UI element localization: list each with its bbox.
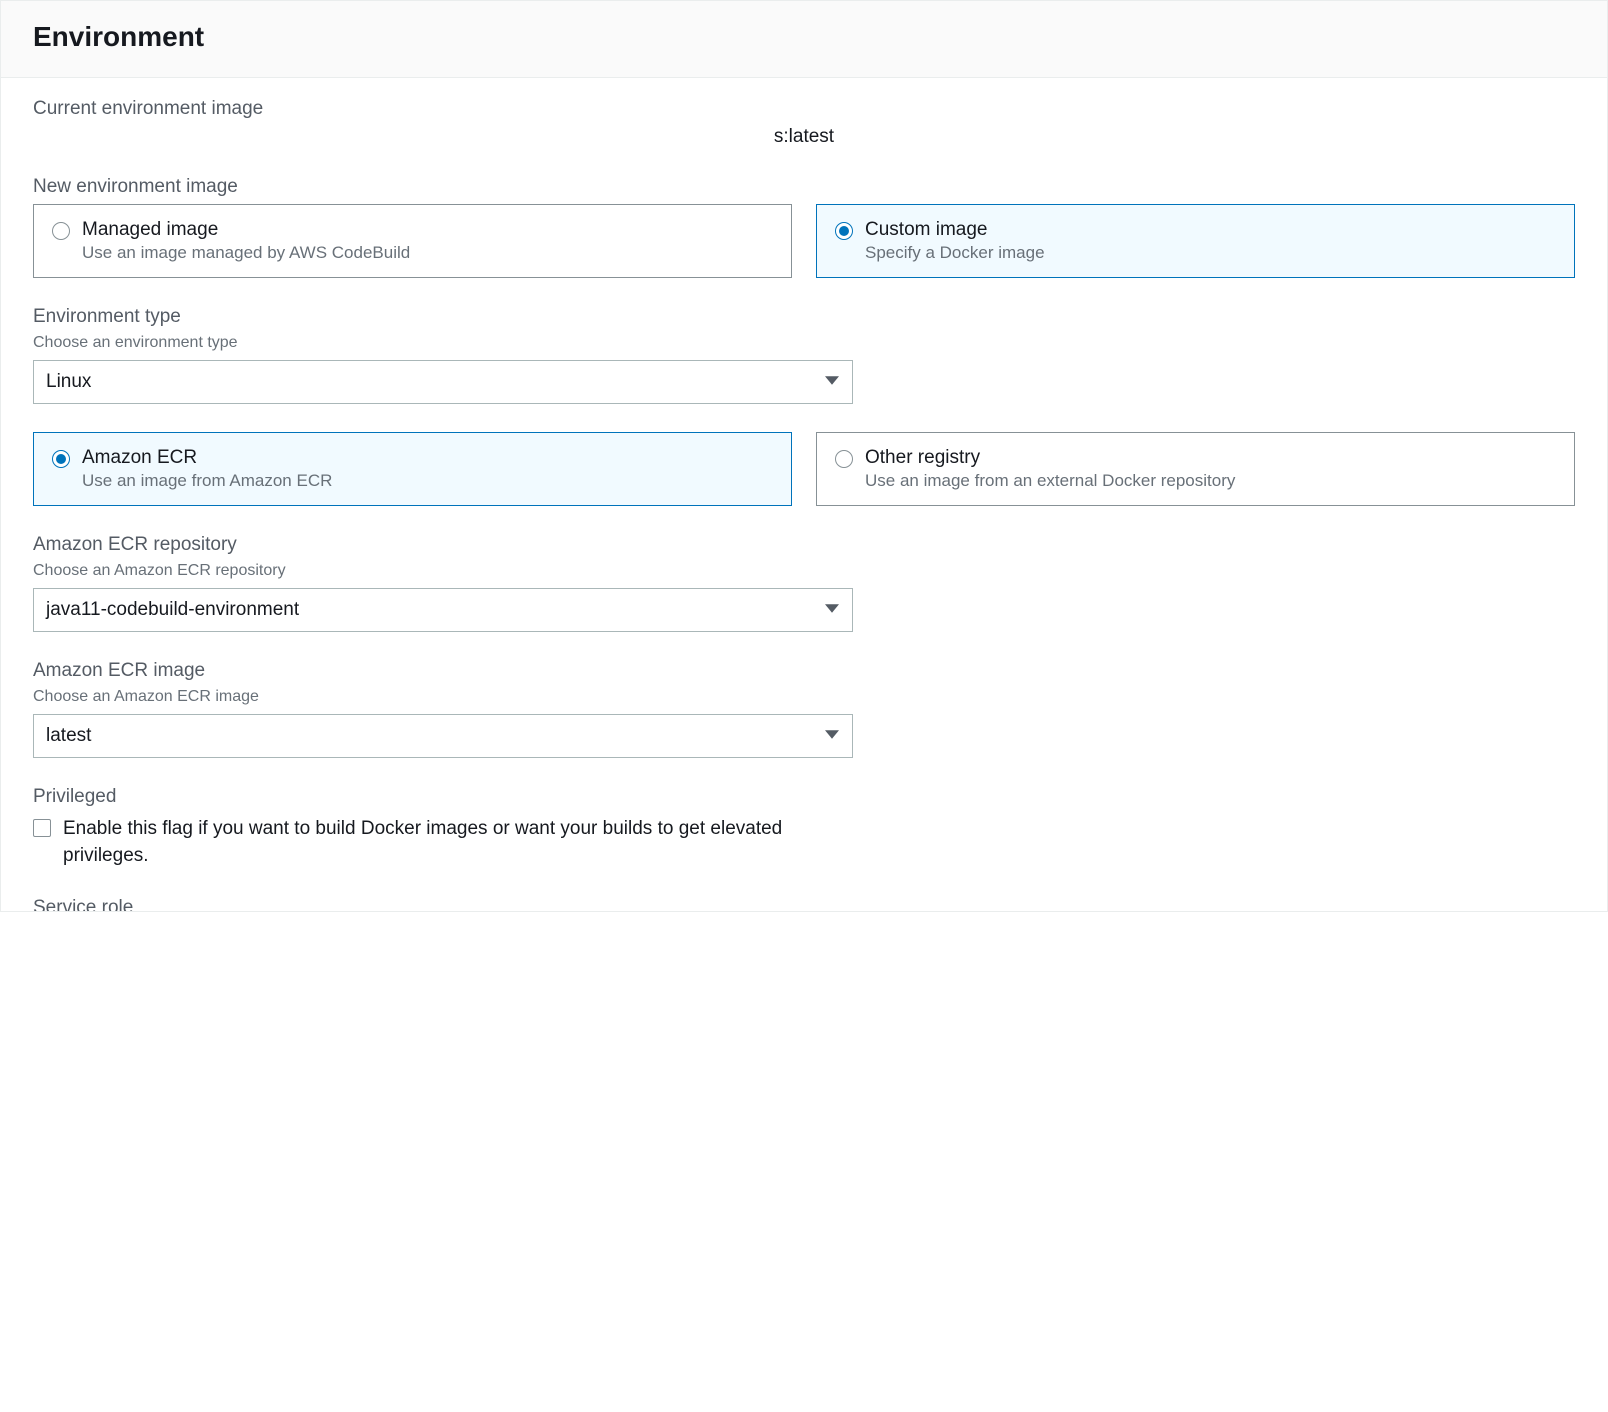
- privileged-checkbox[interactable]: [33, 819, 51, 837]
- ecr-repo-select[interactable]: java11-codebuild-environment: [33, 588, 853, 632]
- ecr-repo-value: java11-codebuild-environment: [46, 599, 299, 621]
- amazon-ecr-tile[interactable]: Amazon ECR Use an image from Amazon ECR: [33, 432, 792, 506]
- other-registry-desc: Use an image from an external Docker rep…: [865, 471, 1235, 491]
- new-environment-section: New environment image Managed image Use …: [33, 176, 1575, 278]
- panel-body: Current environment image s:latest New e…: [1, 78, 1607, 911]
- ecr-repo-hint: Choose an Amazon ECR repository: [33, 562, 1575, 580]
- other-registry-tile[interactable]: Other registry Use an image from an exte…: [816, 432, 1575, 506]
- privileged-section: Privileged Enable this flag if you want …: [33, 786, 1575, 869]
- ecr-image-value: latest: [46, 725, 91, 747]
- image-source-tiles: Managed image Use an image managed by AW…: [33, 204, 1575, 278]
- custom-image-title: Custom image: [865, 219, 1045, 241]
- current-environment-section: Current environment image s:latest: [33, 98, 1575, 148]
- radio-icon: [835, 222, 853, 240]
- ecr-image-label: Amazon ECR image: [33, 660, 1575, 682]
- ecr-image-select[interactable]: latest: [33, 714, 853, 758]
- ecr-repo-section: Amazon ECR repository Choose an Amazon E…: [33, 534, 1575, 632]
- env-type-value: Linux: [46, 371, 91, 393]
- radio-icon: [52, 450, 70, 468]
- env-type-hint: Choose an environment type: [33, 334, 1575, 352]
- custom-image-tile[interactable]: Custom image Specify a Docker image: [816, 204, 1575, 278]
- env-type-select[interactable]: Linux: [33, 360, 853, 404]
- custom-image-desc: Specify a Docker image: [865, 243, 1045, 263]
- radio-icon: [52, 222, 70, 240]
- managed-image-desc: Use an image managed by AWS CodeBuild: [82, 243, 410, 263]
- other-registry-title: Other registry: [865, 447, 1235, 469]
- ecr-image-hint: Choose an Amazon ECR image: [33, 688, 1575, 706]
- registry-tiles: Amazon ECR Use an image from Amazon ECR …: [33, 432, 1575, 506]
- current-image-value: s:latest: [33, 126, 1575, 148]
- environment-type-section: Environment type Choose an environment t…: [33, 306, 1575, 404]
- environment-panel: Environment Current environment image s:…: [0, 0, 1608, 912]
- ecr-repo-label: Amazon ECR repository: [33, 534, 1575, 556]
- managed-image-tile[interactable]: Managed image Use an image managed by AW…: [33, 204, 792, 278]
- amazon-ecr-desc: Use an image from Amazon ECR: [82, 471, 332, 491]
- privileged-label: Privileged: [33, 786, 1575, 808]
- panel-title: Environment: [33, 21, 1575, 53]
- registry-section: Amazon ECR Use an image from Amazon ECR …: [33, 432, 1575, 506]
- amazon-ecr-title: Amazon ECR: [82, 447, 332, 469]
- ecr-image-section: Amazon ECR image Choose an Amazon ECR im…: [33, 660, 1575, 758]
- managed-image-title: Managed image: [82, 219, 410, 241]
- radio-icon: [835, 450, 853, 468]
- current-image-label: Current environment image: [33, 98, 1575, 120]
- env-type-label: Environment type: [33, 306, 1575, 328]
- service-role-label: Service role: [33, 897, 1575, 911]
- privileged-checkbox-label: Enable this flag if you want to build Do…: [63, 816, 823, 869]
- new-image-label: New environment image: [33, 176, 1575, 198]
- panel-header: Environment: [1, 1, 1607, 78]
